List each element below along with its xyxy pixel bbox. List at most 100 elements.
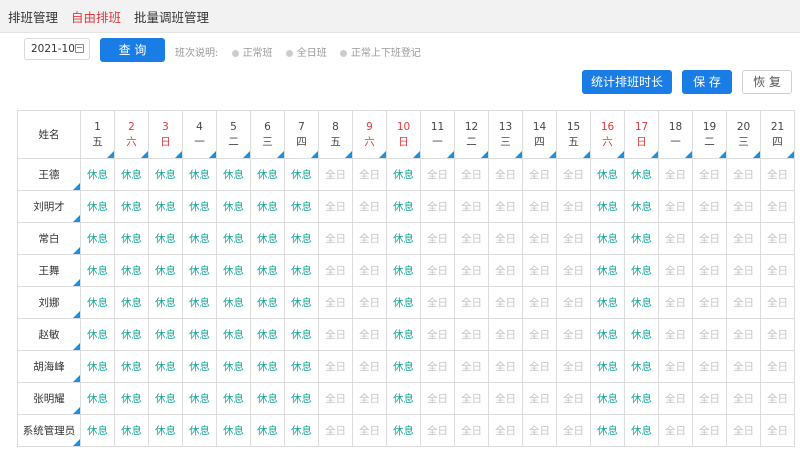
- shift-cell[interactable]: 休息: [149, 159, 183, 191]
- shift-cell[interactable]: 全日: [557, 351, 591, 383]
- shift-cell[interactable]: 全日: [727, 159, 761, 191]
- shift-cell[interactable]: 休息: [115, 255, 149, 287]
- shift-cell[interactable]: 休息: [625, 415, 659, 447]
- shift-cell[interactable]: 全日: [421, 287, 455, 319]
- shift-cell[interactable]: 休息: [285, 383, 319, 415]
- shift-cell[interactable]: 全日: [319, 255, 353, 287]
- shift-cell[interactable]: 休息: [285, 191, 319, 223]
- shift-cell[interactable]: 全日: [523, 287, 557, 319]
- shift-cell[interactable]: 全日: [557, 255, 591, 287]
- shift-cell[interactable]: 全日: [761, 223, 795, 255]
- tab-free-scheduling[interactable]: 自由排班: [71, 7, 121, 26]
- shift-cell[interactable]: 全日: [455, 351, 489, 383]
- day-header[interactable]: 8五: [319, 111, 353, 159]
- shift-cell[interactable]: 全日: [319, 223, 353, 255]
- shift-cell[interactable]: 全日: [659, 415, 693, 447]
- shift-cell[interactable]: 休息: [387, 191, 421, 223]
- shift-cell[interactable]: 全日: [693, 287, 727, 319]
- shift-cell[interactable]: 休息: [81, 415, 115, 447]
- shift-cell[interactable]: 休息: [217, 223, 251, 255]
- shift-cell[interactable]: 休息: [81, 319, 115, 351]
- shift-cell[interactable]: 休息: [183, 159, 217, 191]
- shift-cell[interactable]: 全日: [455, 415, 489, 447]
- shift-cell[interactable]: 休息: [115, 159, 149, 191]
- shift-cell[interactable]: 休息: [251, 383, 285, 415]
- shift-cell[interactable]: 休息: [217, 159, 251, 191]
- shift-cell[interactable]: 休息: [251, 223, 285, 255]
- shift-cell[interactable]: 全日: [761, 159, 795, 191]
- shift-cell[interactable]: 全日: [319, 383, 353, 415]
- employee-name-cell[interactable]: 系统管理员: [18, 415, 81, 447]
- shift-cell[interactable]: 全日: [761, 351, 795, 383]
- shift-cell[interactable]: 全日: [455, 383, 489, 415]
- shift-cell[interactable]: 休息: [81, 383, 115, 415]
- shift-cell[interactable]: 休息: [251, 319, 285, 351]
- shift-cell[interactable]: 全日: [421, 191, 455, 223]
- shift-cell[interactable]: 休息: [217, 191, 251, 223]
- shift-cell[interactable]: 全日: [523, 319, 557, 351]
- shift-cell[interactable]: 全日: [727, 351, 761, 383]
- shift-cell[interactable]: 全日: [693, 383, 727, 415]
- shift-cell[interactable]: 全日: [523, 383, 557, 415]
- shift-cell[interactable]: 全日: [319, 287, 353, 319]
- shift-cell[interactable]: 全日: [353, 223, 387, 255]
- employee-name-cell[interactable]: 常白: [18, 223, 81, 255]
- shift-cell[interactable]: 全日: [557, 191, 591, 223]
- shift-cell[interactable]: 全日: [557, 383, 591, 415]
- employee-name-cell[interactable]: 王德: [18, 159, 81, 191]
- shift-cell[interactable]: 休息: [625, 191, 659, 223]
- shift-cell[interactable]: 休息: [387, 415, 421, 447]
- shift-cell[interactable]: 全日: [353, 255, 387, 287]
- shift-cell[interactable]: 全日: [523, 255, 557, 287]
- shift-cell[interactable]: 休息: [149, 287, 183, 319]
- shift-cell[interactable]: 全日: [761, 319, 795, 351]
- day-header[interactable]: 14 四: [523, 111, 557, 159]
- shift-cell[interactable]: 全日: [659, 191, 693, 223]
- shift-cell[interactable]: 全日: [761, 383, 795, 415]
- shift-cell[interactable]: 休息: [285, 223, 319, 255]
- shift-cell[interactable]: 全日: [557, 319, 591, 351]
- shift-cell[interactable]: 休息: [81, 223, 115, 255]
- employee-name-cell[interactable]: 王舞: [18, 255, 81, 287]
- shift-cell[interactable]: 全日: [421, 255, 455, 287]
- day-header[interactable]: 11 一: [421, 111, 455, 159]
- shift-cell[interactable]: 全日: [693, 255, 727, 287]
- shift-cell[interactable]: 全日: [727, 191, 761, 223]
- shift-cell[interactable]: 全日: [557, 415, 591, 447]
- employee-name-cell[interactable]: 刘娜: [18, 287, 81, 319]
- shift-cell[interactable]: 休息: [387, 159, 421, 191]
- shift-cell[interactable]: 休息: [251, 351, 285, 383]
- day-header[interactable]: 16 六: [591, 111, 625, 159]
- shift-cell[interactable]: 全日: [455, 159, 489, 191]
- shift-cell[interactable]: 休息: [285, 415, 319, 447]
- shift-cell[interactable]: 休息: [115, 319, 149, 351]
- day-header[interactable]: 19 二: [693, 111, 727, 159]
- shift-cell[interactable]: 休息: [217, 351, 251, 383]
- shift-cell[interactable]: 休息: [591, 415, 625, 447]
- shift-cell[interactable]: 休息: [591, 159, 625, 191]
- shift-cell[interactable]: 休息: [81, 287, 115, 319]
- shift-cell[interactable]: 全日: [489, 287, 523, 319]
- shift-cell[interactable]: 全日: [523, 159, 557, 191]
- shift-cell[interactable]: 全日: [455, 255, 489, 287]
- day-header[interactable]: 13 三: [489, 111, 523, 159]
- day-header[interactable]: 20 三: [727, 111, 761, 159]
- shift-cell[interactable]: 休息: [387, 287, 421, 319]
- shift-cell[interactable]: 休息: [81, 159, 115, 191]
- shift-cell[interactable]: 全日: [693, 159, 727, 191]
- shift-cell[interactable]: 休息: [81, 351, 115, 383]
- shift-cell[interactable]: 休息: [115, 351, 149, 383]
- day-header[interactable]: 4一: [183, 111, 217, 159]
- shift-cell[interactable]: 全日: [421, 383, 455, 415]
- shift-cell[interactable]: 全日: [727, 383, 761, 415]
- shift-cell[interactable]: 休息: [183, 287, 217, 319]
- shift-cell[interactable]: 休息: [251, 159, 285, 191]
- shift-cell[interactable]: 全日: [421, 159, 455, 191]
- shift-cell[interactable]: 休息: [285, 159, 319, 191]
- shift-cell[interactable]: 休息: [387, 383, 421, 415]
- shift-cell[interactable]: 全日: [693, 223, 727, 255]
- shift-cell[interactable]: 休息: [149, 383, 183, 415]
- shift-cell[interactable]: 全日: [727, 415, 761, 447]
- shift-cell[interactable]: 全日: [523, 191, 557, 223]
- shift-cell[interactable]: 全日: [761, 255, 795, 287]
